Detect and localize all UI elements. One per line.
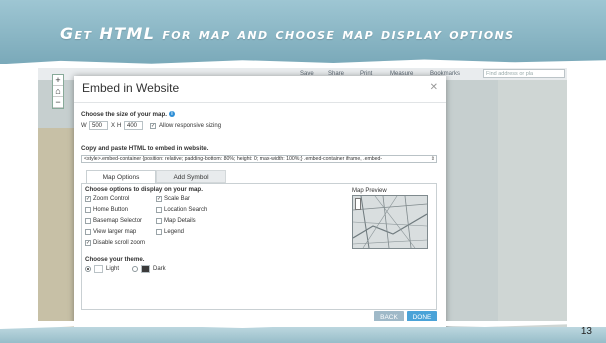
zoom-control: + ⌂ − <box>52 74 64 109</box>
home-icon[interactable]: ⌂ <box>53 86 63 97</box>
scale-bar-checkbox[interactable]: ✓ <box>156 196 162 202</box>
info-icon[interactable]: i <box>168 111 175 117</box>
height-prefix: H <box>117 123 122 129</box>
dark-theme-radio[interactable] <box>132 266 138 272</box>
option-label: Home Button <box>93 207 129 213</box>
find-address-input[interactable]: Find address or pla <box>483 69 565 78</box>
zoom-in-button[interactable]: + <box>53 75 63 86</box>
view-larger-map-checkbox[interactable] <box>85 229 91 235</box>
size-label: Choose the size of your map. i <box>81 111 175 118</box>
option-label: Scale Bar <box>164 196 191 202</box>
tab-add-symbol[interactable]: Add Symbol <box>156 170 226 183</box>
responsive-label: Allow responsive sizing <box>159 123 222 129</box>
option-label: Zoom Control <box>93 196 130 202</box>
home-button-checkbox[interactable] <box>85 207 91 213</box>
embed-dialog: Embed in Website ✕ Choose the size of yo… <box>74 76 446 343</box>
size-separator: X <box>111 123 116 129</box>
option-label: Basemap Selector <box>93 218 143 224</box>
responsive-checkbox[interactable]: ✓ <box>150 123 156 129</box>
scroll-arrows-icon[interactable]: ⇕ <box>431 156 435 162</box>
slide-footer <box>0 327 606 343</box>
tab-map-options[interactable]: Map Options <box>86 170 156 183</box>
width-input[interactable]: 500 <box>89 121 108 130</box>
map-details-checkbox[interactable] <box>156 218 162 224</box>
height-input[interactable]: 400 <box>124 121 143 130</box>
slide-title: Get HTML for map and choose map display … <box>60 24 515 43</box>
preview-zoom-icon <box>355 198 361 210</box>
close-icon[interactable]: ✕ <box>430 82 438 93</box>
map-preview-label: Map Preview <box>352 188 387 194</box>
dialog-header: Embed in Website ✕ <box>74 76 446 103</box>
options-label: Choose options to display on your map. <box>85 186 203 193</box>
light-theme-swatch <box>94 265 103 273</box>
page-number: 13 <box>580 326 592 337</box>
option-label: Map Details <box>164 218 196 224</box>
zoom-control-checkbox[interactable]: ✓ <box>85 196 91 202</box>
map-land-east <box>498 78 567 343</box>
embed-code-textbox[interactable]: <style>.embed-container {position: relat… <box>81 155 437 163</box>
zoom-out-button[interactable]: − <box>53 97 63 108</box>
dark-theme-swatch <box>141 265 150 273</box>
map-preview-streets <box>353 196 427 248</box>
copy-label: Copy and paste HTML to embed in website. <box>81 145 209 152</box>
width-prefix: W <box>81 123 87 129</box>
location-search-checkbox[interactable] <box>156 207 162 213</box>
dark-theme-label: Dark <box>153 266 166 272</box>
option-label: Location Search <box>164 207 208 213</box>
map-preview <box>352 195 428 249</box>
option-label: Legend <box>164 229 185 235</box>
theme-label: Choose your theme. <box>85 256 145 263</box>
dialog-title: Embed in Website <box>82 81 180 95</box>
map-app-screenshot: Save Share Print Measure Bookmarks Find … <box>38 68 567 343</box>
legend-checkbox[interactable] <box>156 229 162 235</box>
light-theme-label: Light <box>106 266 120 272</box>
light-theme-radio[interactable] <box>85 266 91 272</box>
basemap-selector-checkbox[interactable] <box>85 218 91 224</box>
disable-scroll-zoom-checkbox[interactable]: ✓ <box>85 240 91 246</box>
option-label: View larger map <box>93 229 137 235</box>
option-label: Disable scroll zoom <box>93 240 146 246</box>
slide: Get HTML for map and choose map display … <box>0 0 606 343</box>
